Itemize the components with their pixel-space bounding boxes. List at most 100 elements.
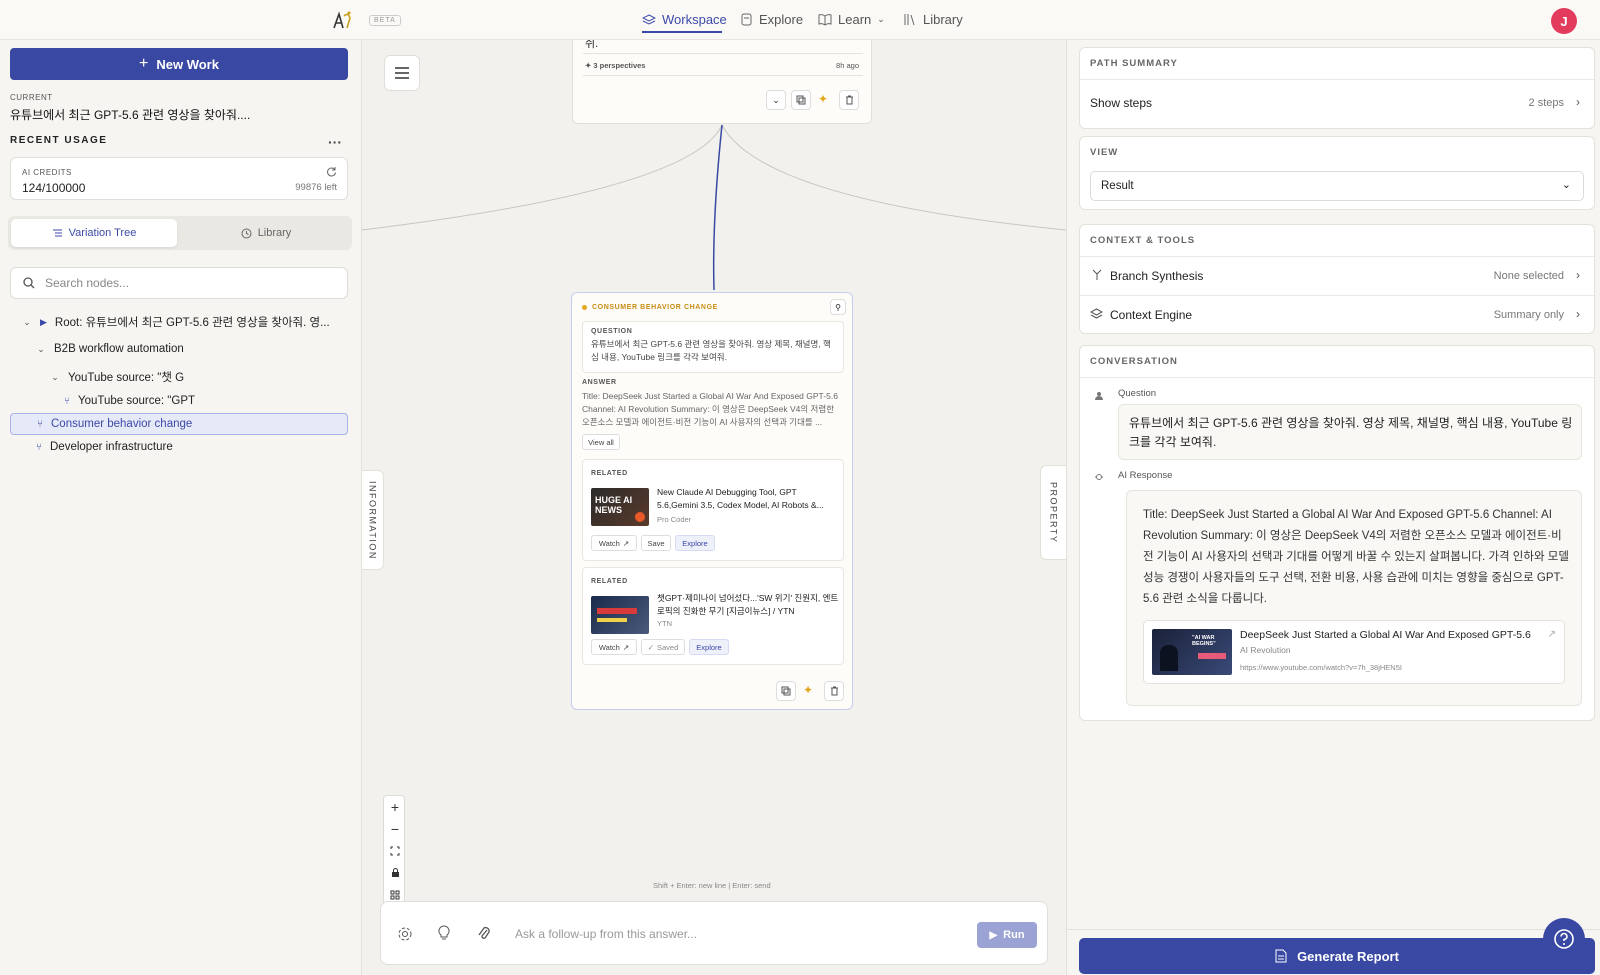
view-all-button[interactable]: View all xyxy=(582,434,620,450)
help-button[interactable] xyxy=(1543,918,1585,960)
paperclip-icon[interactable] xyxy=(477,925,491,942)
divider xyxy=(1080,377,1594,378)
book-icon xyxy=(818,13,832,26)
ai-response-text: Title: DeepSeek Just Started a Global AI… xyxy=(1143,509,1569,605)
answer-text: Title: DeepSeek Just Started a Global AI… xyxy=(582,391,838,427)
tree-node-youtube-source-1[interactable]: ⌄ YouTube source: "챗 G xyxy=(50,366,184,388)
external-link-icon[interactable]: ↗ xyxy=(1548,629,1556,640)
run-button[interactable]: ▶ Run xyxy=(977,922,1037,948)
question-label: QUESTION xyxy=(591,328,633,335)
nav-library-label: Library xyxy=(923,12,963,27)
video-thumbnail[interactable] xyxy=(591,596,649,634)
chevron-down-icon[interactable]: ⌄ xyxy=(36,344,46,355)
explore-button[interactable]: Explore xyxy=(689,639,729,655)
thumbnail-figure xyxy=(1160,645,1178,671)
saved-button[interactable]: ✓ Saved xyxy=(641,639,685,655)
workspace-canvas[interactable]: 쉬. ✦ 3 perspectives 8h ago ⌄ ✦ CONSUMER … xyxy=(362,40,1066,975)
context-engine-row[interactable]: Context Engine Summary only › xyxy=(1080,296,1594,334)
nav-workspace[interactable]: Workspace xyxy=(642,12,727,27)
follow-up-input[interactable]: Ask a follow-up from this answer... xyxy=(515,927,697,941)
right-panel: PATH SUMMARY Show steps 2 steps › VIEW R… xyxy=(1066,40,1600,975)
pin-button[interactable]: ⚲ xyxy=(830,299,846,315)
video-link-title: DeepSeek Just Started a Global AI War An… xyxy=(1240,629,1531,641)
nav-explore-label: Explore xyxy=(759,12,804,27)
chevron-down-icon: ⌄ xyxy=(772,94,780,105)
conversation-heading: CONVERSATION xyxy=(1090,356,1178,367)
tree-node-consumer-behavior[interactable]: ⑂ Consumer behavior change xyxy=(10,413,348,435)
question-text: 유튜브에서 최근 GPT-5.6 관련 영상을 찾아줘. 영상 제목, 채널명,… xyxy=(591,339,831,362)
tree-node-label: Developer infrastructure xyxy=(50,441,173,453)
fit-view-button[interactable] xyxy=(384,840,406,862)
new-work-button[interactable]: + New Work xyxy=(10,48,348,80)
delete-button[interactable] xyxy=(824,681,844,701)
parent-node-card[interactable]: 쉬. ✦ 3 perspectives 8h ago ⌄ ✦ xyxy=(572,40,872,124)
tree-node-b2b[interactable]: ⌄ B2B workflow automation xyxy=(36,338,184,360)
copy-button[interactable] xyxy=(776,681,796,701)
video-thumbnail[interactable]: "AI WAR BEGINS" xyxy=(1152,629,1232,675)
nav-explore[interactable]: Explore xyxy=(740,12,803,27)
app-logo[interactable] xyxy=(330,8,354,32)
explore-button[interactable]: Explore xyxy=(675,535,715,551)
save-button[interactable]: Save xyxy=(641,535,671,551)
thumbnail-caption: HUGE AI NEWS xyxy=(595,495,633,515)
video-thumbnail[interactable]: HUGE AI NEWS xyxy=(591,488,649,526)
path-summary-heading: PATH SUMMARY xyxy=(1090,58,1178,69)
clock-icon xyxy=(241,228,252,239)
show-steps-row[interactable]: Show steps 2 steps › xyxy=(1080,80,1594,128)
trash-icon xyxy=(830,686,839,696)
settings-icon[interactable] xyxy=(397,926,413,942)
tree-node-root[interactable]: ⌄ ▶ Root: 유튜브에서 최근 GPT-5.6 관련 영상을 찾아줘. 영… xyxy=(22,311,329,333)
chevron-down-icon[interactable]: ⌄ xyxy=(50,372,60,383)
information-panel-toggle[interactable]: INFORMATION xyxy=(362,470,384,570)
conversation-section: CONVERSATION Question 유튜브에서 최근 GPT-5.6 관… xyxy=(1079,345,1595,721)
delete-button[interactable] xyxy=(839,90,859,110)
tab-variation-tree[interactable]: Variation Tree xyxy=(11,219,177,247)
tree-node-developer-infra[interactable]: ⑂ Developer infrastructure xyxy=(36,436,173,458)
search-nodes-field[interactable]: Search nodes... xyxy=(10,267,348,299)
copy-icon xyxy=(781,686,791,696)
zoom-out-button[interactable]: − xyxy=(384,818,406,840)
context-tools-heading: CONTEXT & TOOLS xyxy=(1090,235,1196,246)
user-avatar[interactable]: J xyxy=(1551,8,1577,34)
trash-icon xyxy=(845,95,854,105)
lightbulb-icon[interactable] xyxy=(437,925,451,942)
menu-button[interactable] xyxy=(384,55,420,91)
nav-library[interactable]: Library xyxy=(903,12,963,27)
chevron-down-icon[interactable]: ⌄ xyxy=(22,317,32,328)
help-icon xyxy=(1553,928,1575,950)
external-link-icon: ↗ xyxy=(622,642,630,652)
node-card-consumer-behavior[interactable]: CONSUMER BEHAVIOR CHANGE ⚲ QUESTION 유튜브에… xyxy=(571,292,853,710)
tab-library[interactable]: Library xyxy=(183,219,349,247)
watch-button[interactable]: Watch ↗ xyxy=(591,639,637,655)
zoom-in-button[interactable]: + xyxy=(384,796,406,818)
property-panel-toggle[interactable]: PROPERTY xyxy=(1040,465,1066,560)
refresh-icon[interactable] xyxy=(326,166,337,177)
related-card: RELATED 챗GPT·제미나이 넘어섰다...'SW 위기' 진원지, 엔트… xyxy=(582,567,844,665)
generate-report-button[interactable]: Generate Report xyxy=(1079,938,1595,974)
copy-button[interactable] xyxy=(791,90,811,110)
related-label: RELATED xyxy=(591,470,628,477)
watch-button[interactable]: Watch ↗ xyxy=(591,535,637,551)
video-link-url[interactable]: https://www.youtube.com/watch?v=7h_38jHE… xyxy=(1240,663,1402,672)
branch-icon: ⑂ xyxy=(36,441,42,453)
related-channel: Pro Coder xyxy=(657,515,692,524)
tree-node-youtube-source-2[interactable]: ⑂ YouTube source: "GPT xyxy=(64,390,195,412)
lock-button[interactable] xyxy=(384,862,406,884)
sparkle-icon[interactable]: ✦ xyxy=(803,683,813,697)
tree-node-label: YouTube source: "챗 G xyxy=(68,372,185,384)
nav-learn[interactable]: Learn ⌄ xyxy=(818,12,885,27)
branch-synthesis-row[interactable]: Branch Synthesis None selected › xyxy=(1080,257,1594,295)
thumbnail-banner xyxy=(1198,653,1226,659)
play-icon: ▶ xyxy=(989,929,998,941)
plus-icon: + xyxy=(139,55,149,72)
more-options-icon[interactable]: ··· xyxy=(328,134,342,150)
document-icon xyxy=(1275,949,1287,963)
sparkle-icon[interactable]: ✦ xyxy=(818,92,828,106)
tree-node-label: B2B workflow automation xyxy=(54,343,184,355)
copy-icon xyxy=(796,95,806,105)
expand-button[interactable]: ⌄ xyxy=(766,90,786,110)
keyboard-hint: Shift + Enter: new line | Enter: send xyxy=(653,881,771,890)
view-select[interactable]: Result ⌄ xyxy=(1090,171,1584,201)
chevron-right-icon: › xyxy=(1576,268,1580,282)
video-link-card[interactable]: "AI WAR BEGINS" DeepSeek Just Started a … xyxy=(1143,620,1565,684)
